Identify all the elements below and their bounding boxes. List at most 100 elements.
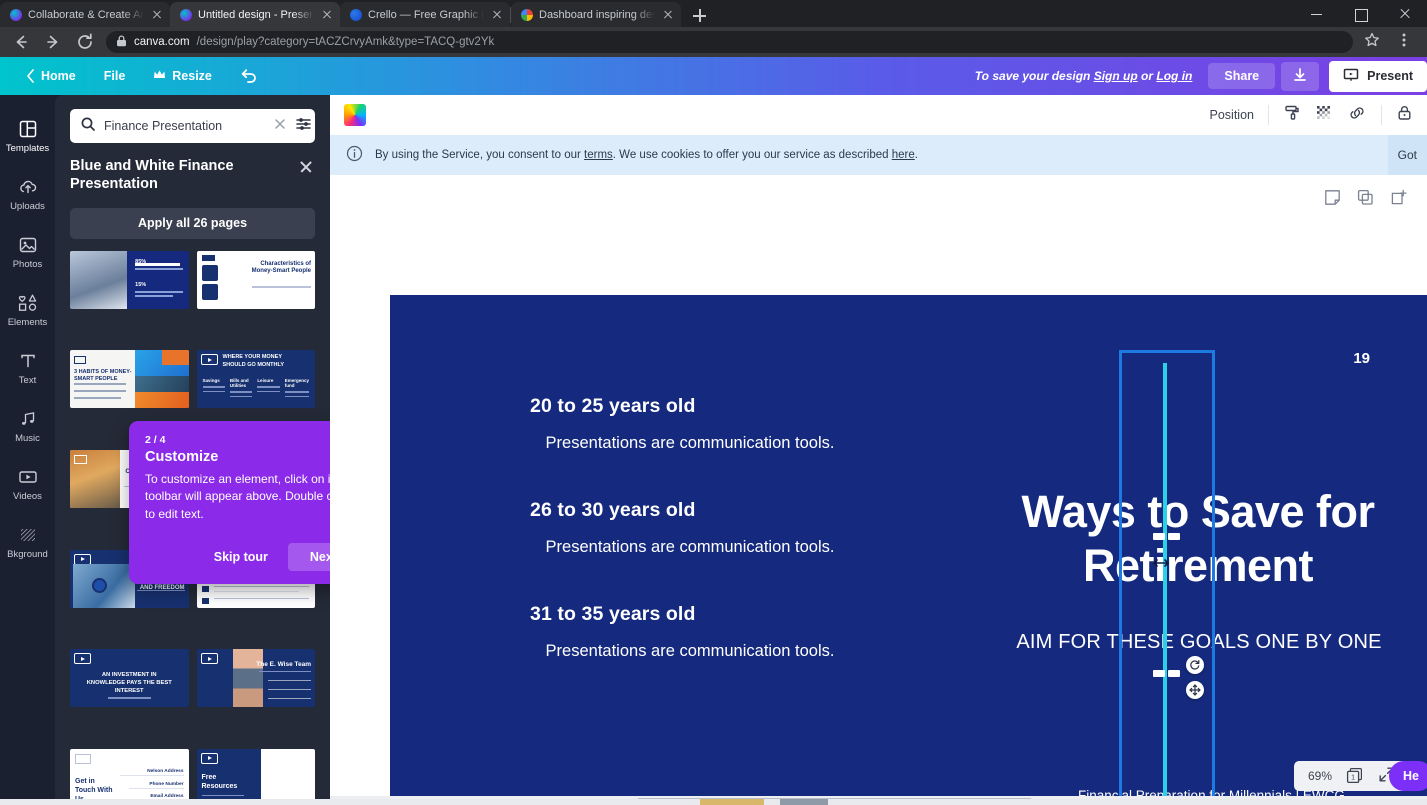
tab-title: Collaborate & Create Amazing G (28, 8, 144, 21)
template-thumbnail[interactable]: AN INVESTMENT IN KNOWLEDGE PAYS THE BEST I… (70, 649, 189, 708)
bullet-body[interactable]: Presentations are communication tools. (530, 536, 850, 560)
resize-button[interactable]: Resize (139, 63, 226, 89)
template-thumbnail[interactable]: WHERE YOUR MONEY SHOULD GO MONTHLY Saving… (196, 350, 315, 409)
filter-sliders-icon[interactable] (295, 116, 312, 137)
cookie-text-1: By using the Service, you consent to our (375, 149, 585, 161)
sidebar-item-background[interactable]: Bkground (0, 513, 55, 571)
bookmark-star-icon[interactable] (1363, 31, 1385, 53)
sidebar-item-label: Bkground (7, 548, 48, 560)
search-bar[interactable] (70, 109, 315, 143)
position-button[interactable]: Position (1210, 108, 1254, 122)
resize-handle-left[interactable] (1153, 670, 1165, 677)
help-button[interactable]: He (1389, 761, 1427, 791)
template-thumbnail[interactable]: Characteristics of Money-Smart People (196, 250, 315, 309)
add-page-icon[interactable] (1390, 189, 1407, 211)
canvas-stage[interactable]: 19 20 to 25 years old Presentations are … (330, 175, 1427, 805)
terms-link[interactable]: terms (584, 149, 613, 161)
slide-canvas[interactable]: 19 20 to 25 years old Presentations are … (390, 295, 1427, 805)
minimize-icon[interactable] (1295, 0, 1339, 27)
lock-icon[interactable] (1396, 104, 1413, 127)
present-button[interactable]: Present (1329, 60, 1427, 92)
rotate-icon[interactable] (1186, 656, 1204, 674)
bullet-heading[interactable]: 26 to 30 years old (530, 499, 850, 522)
present-label: Present (1367, 69, 1413, 83)
forward-arrow-icon[interactable] (42, 31, 64, 53)
template-thumbnail[interactable]: Get inTouch WithUs Nelson Address Phone … (70, 748, 189, 805)
slide-bullets: 20 to 25 years old Presentations are com… (530, 395, 850, 664)
close-icon[interactable] (297, 158, 315, 176)
template-thumbnail[interactable]: The E. Wise Team (196, 649, 315, 708)
paint-roller-icon[interactable] (1283, 104, 1301, 127)
bullet-heading[interactable]: 20 to 25 years old (530, 395, 850, 418)
sidebar-item-label: Elements (7, 316, 48, 328)
sidebar-item-templates[interactable]: Templates (0, 107, 55, 165)
login-link[interactable]: Log in (1156, 69, 1192, 83)
sidebar-item-uploads[interactable]: Uploads (0, 165, 55, 223)
file-menu[interactable]: File (90, 63, 140, 89)
selection-box[interactable] (1119, 350, 1215, 805)
clear-x-icon[interactable] (273, 117, 287, 136)
move-icon[interactable] (1186, 681, 1204, 699)
shapes-icon (17, 293, 39, 313)
canva-top-right: To save your design Sign up or Log in Sh… (975, 60, 1427, 92)
close-icon[interactable] (661, 8, 675, 22)
close-icon[interactable] (150, 8, 164, 22)
notes-icon[interactable] (1324, 189, 1341, 211)
resize-handle-right[interactable] (1168, 670, 1180, 677)
new-tab-button[interactable] (687, 5, 713, 27)
crello-icon (350, 8, 362, 21)
cookie-accept-button[interactable]: Got (1387, 135, 1427, 175)
sidebar-item-text[interactable]: Text (0, 339, 55, 397)
browser-tab-4[interactable]: Dashboard inspiring designs - Go (511, 2, 681, 27)
skip-tour-button[interactable]: Skip tour (204, 544, 278, 570)
undo-button[interactable] (226, 61, 272, 92)
close-icon[interactable] (490, 8, 504, 22)
search-input[interactable] (104, 119, 265, 133)
selected-line-element[interactable] (1163, 363, 1167, 805)
home-button[interactable]: Home (12, 63, 90, 89)
download-button[interactable] (1281, 61, 1320, 91)
resize-handle-right[interactable] (1168, 533, 1180, 540)
link-icon[interactable] (1347, 104, 1367, 127)
address-bar[interactable]: canva.com/design/play?category=tACZCrvyA… (106, 31, 1353, 53)
bullet-heading[interactable]: 31 to 35 years old (530, 603, 850, 626)
template-thumbnail[interactable]: Free Resources (196, 748, 315, 805)
transparency-icon[interactable] (1315, 104, 1333, 127)
signup-link[interactable]: Sign up (1094, 69, 1138, 83)
here-link[interactable]: here (892, 149, 915, 161)
browser-tab-2[interactable]: Untitled design - Presentation (1 (170, 2, 340, 27)
template-thumbnail[interactable]: 3 HABITS OF MONEY- SMART PEOPLE (70, 350, 189, 409)
more-vertical-icon[interactable] (1395, 31, 1417, 53)
zoom-level[interactable]: 69% (1308, 769, 1332, 783)
sidebar-item-videos[interactable]: Videos (0, 455, 55, 513)
share-button[interactable]: Share (1208, 63, 1276, 89)
tour-body: To customize an element, click on it. A … (145, 472, 350, 521)
tour-actions: Skip tour Next (145, 543, 359, 572)
taskbar-item[interactable] (700, 799, 764, 805)
back-arrow-icon[interactable] (10, 31, 32, 53)
taskbar-item[interactable] (780, 799, 828, 805)
close-icon[interactable] (320, 8, 334, 22)
template-thumbnail[interactable]: 85% 15% (70, 250, 189, 309)
page-count-icon[interactable]: 1 (1346, 767, 1364, 785)
reload-icon[interactable] (74, 31, 96, 53)
cookie-banner: By using the Service, you consent to our… (330, 135, 1427, 175)
browser-tab-3[interactable]: Crello — Free Graphic Design So (340, 2, 510, 27)
sidebar-item-photos[interactable]: Photos (0, 223, 55, 281)
bullet-body[interactable]: Presentations are communication tools. (530, 640, 850, 664)
apply-all-pages-button[interactable]: Apply all 26 pages (70, 207, 315, 239)
video-play-icon (200, 354, 218, 366)
lock-icon (116, 34, 127, 50)
duplicate-page-icon[interactable] (1357, 189, 1374, 211)
maximize-icon[interactable] (1339, 0, 1383, 27)
url-host: canva.com (134, 36, 190, 48)
left-rail: Templates Uploads Photos Elements Text M… (0, 95, 55, 805)
cookie-text-2: . We use cookies to offer you our servic… (612, 149, 892, 161)
bullet-group: 31 to 35 years old Presentations are com… (530, 603, 850, 664)
sidebar-item-elements[interactable]: Elements (0, 281, 55, 339)
browser-tab-1[interactable]: Collaborate & Create Amazing G (0, 2, 170, 27)
resize-handle-left[interactable] (1153, 533, 1165, 540)
bullet-body[interactable]: Presentations are communication tools. (530, 432, 850, 456)
sidebar-item-music[interactable]: Music (0, 397, 55, 455)
window-close-icon[interactable] (1383, 0, 1427, 27)
